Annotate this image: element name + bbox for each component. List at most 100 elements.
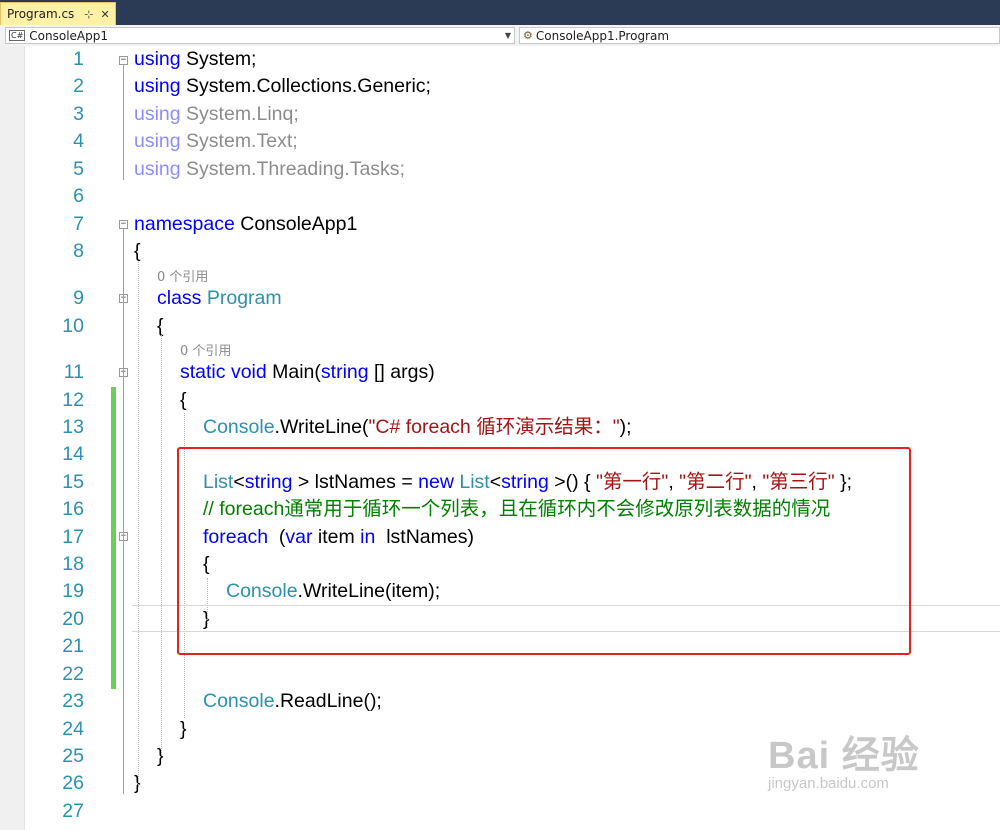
code-line[interactable]: 10 { <box>0 313 1000 340</box>
code-text: using System.Text; <box>134 128 298 155</box>
code-token: System.Threading.Tasks; <box>186 158 405 180</box>
watermark-site: jingyan.baidu.com <box>768 775 889 792</box>
code-line[interactable]: 11 static void Main(string [] args) <box>0 359 1000 386</box>
line-number: 12 <box>62 389 84 411</box>
keyword-token: using <box>134 75 187 97</box>
watermark: Bai 经验 jingyan.baidu.com <box>768 724 968 804</box>
code-line[interactable]: 1 using System; <box>0 46 1000 73</box>
code-text: using System; <box>134 46 256 73</box>
code-text: Console.WriteLine("C# foreach 循环演示结果："); <box>203 414 632 441</box>
indent-guide <box>161 335 162 755</box>
code-token: { <box>157 315 164 337</box>
code-token: { <box>180 389 187 411</box>
line-number: 2 <box>73 75 84 97</box>
code-text: { <box>134 238 141 265</box>
code-token: System.Linq; <box>186 103 299 125</box>
code-token: [] args) <box>374 361 435 383</box>
keyword-token: void <box>230 361 273 383</box>
line-number: 14 <box>62 443 84 465</box>
code-line[interactable]: 4 using System.Text; <box>0 128 1000 155</box>
string-token: "C# foreach 循环演示结果：" <box>368 416 620 438</box>
code-line[interactable]: 6 <box>0 183 1000 210</box>
keyword-token: using <box>134 130 187 152</box>
type-token: Console <box>203 690 275 712</box>
code-text: static void Main(string [] args) <box>180 359 435 386</box>
line-number: 16 <box>62 498 84 520</box>
tab-title: Program.cs <box>7 7 75 21</box>
project-dropdown-value: ConsoleApp1 <box>29 28 109 43</box>
code-text: using System.Linq; <box>134 101 299 128</box>
keyword-token: using <box>134 103 187 125</box>
code-text: { <box>180 387 187 414</box>
code-line[interactable]: 8{ <box>0 238 1000 265</box>
highlight-annotation-box <box>177 447 911 655</box>
code-line[interactable]: 7 namespace ConsoleApp1 <box>0 211 1000 238</box>
code-text: class Program <box>157 285 282 312</box>
code-line[interactable]: 23 Console.ReadLine(); <box>0 688 1000 715</box>
member-dropdown-value: ConsoleApp1.Program <box>535 28 670 43</box>
keyword-token: class <box>157 287 207 309</box>
tab-program-cs[interactable]: Program.cs ⊹ ✕ <box>0 2 116 25</box>
navigation-bar: C# ConsoleApp1 ▼ ⚙ ConsoleApp1.Program <box>0 25 1000 47</box>
code-line[interactable]: 22 <box>0 661 1000 688</box>
code-token: ConsoleApp1 <box>240 213 358 235</box>
code-line[interactable]: 12 { <box>0 387 1000 414</box>
line-number: 3 <box>73 103 84 125</box>
keyword-token: using <box>134 158 187 180</box>
line-number: 21 <box>62 635 84 657</box>
code-line[interactable]: 5 using System.Threading.Tasks; <box>0 156 1000 183</box>
close-icon[interactable]: ✕ <box>101 8 110 21</box>
outline-rule <box>123 65 124 180</box>
code-token: System; <box>186 48 257 70</box>
code-token: .ReadLine(); <box>274 690 382 712</box>
code-token: Main( <box>272 361 321 383</box>
keyword-token: static <box>180 361 231 383</box>
code-text: namespace ConsoleApp1 <box>134 211 357 238</box>
reference-count-hint[interactable]: 0 个引用 <box>157 266 208 286</box>
code-token: .WriteLine( <box>274 416 369 438</box>
line-number: 5 <box>73 158 84 180</box>
code-text: using System.Threading.Tasks; <box>134 156 405 183</box>
collapse-region-icon[interactable]: − <box>119 56 128 65</box>
line-number: 24 <box>62 718 84 740</box>
line-number: 13 <box>62 416 84 438</box>
keyword-token: namespace <box>134 213 241 235</box>
line-number: 1 <box>73 48 84 70</box>
change-marker <box>111 387 116 689</box>
member-dropdown[interactable]: ⚙ ConsoleApp1.Program <box>519 27 1000 44</box>
code-token: { <box>134 240 141 262</box>
code-line[interactable]: 13 Console.WriteLine("C# foreach 循环演示结果："… <box>0 414 1000 441</box>
line-number: 17 <box>62 526 84 548</box>
code-line[interactable]: 9 class Program <box>0 285 1000 312</box>
line-number: 10 <box>62 315 84 337</box>
reference-count-hint[interactable]: 0 个引用 <box>180 340 231 360</box>
code-text: Console.ReadLine(); <box>203 688 382 715</box>
line-number: 15 <box>62 471 84 493</box>
outline-rule <box>123 541 124 629</box>
line-number: 23 <box>62 690 84 712</box>
line-number: 27 <box>62 800 84 822</box>
watermark-brand: Bai 经验 <box>768 735 920 777</box>
line-number: 20 <box>62 608 84 630</box>
code-token: } <box>180 718 187 740</box>
line-number: 22 <box>62 663 84 685</box>
keyword-token: using <box>134 48 187 70</box>
line-number: 6 <box>73 185 84 207</box>
line-number: 19 <box>62 580 84 602</box>
line-number: 9 <box>73 287 84 309</box>
type-token: Program <box>206 287 282 309</box>
project-dropdown[interactable]: C# ConsoleApp1 ▼ <box>5 27 515 44</box>
collapse-region-icon[interactable]: − <box>119 220 128 229</box>
outline-rule <box>123 377 124 695</box>
line-number: 7 <box>73 213 84 235</box>
chevron-down-icon: ▼ <box>504 31 511 40</box>
csharp-project-icon: C# <box>9 30 26 41</box>
code-line[interactable]: 2 using System.Collections.Generic; <box>0 73 1000 100</box>
pin-icon[interactable]: ⊹ <box>84 8 93 21</box>
code-text: using System.Collections.Generic; <box>134 73 431 100</box>
type-token: Console <box>203 416 275 438</box>
line-number: 18 <box>62 553 84 575</box>
line-number: 26 <box>62 772 84 794</box>
code-line[interactable]: 3 using System.Linq; <box>0 101 1000 128</box>
class-icon: ⚙ <box>523 29 533 42</box>
